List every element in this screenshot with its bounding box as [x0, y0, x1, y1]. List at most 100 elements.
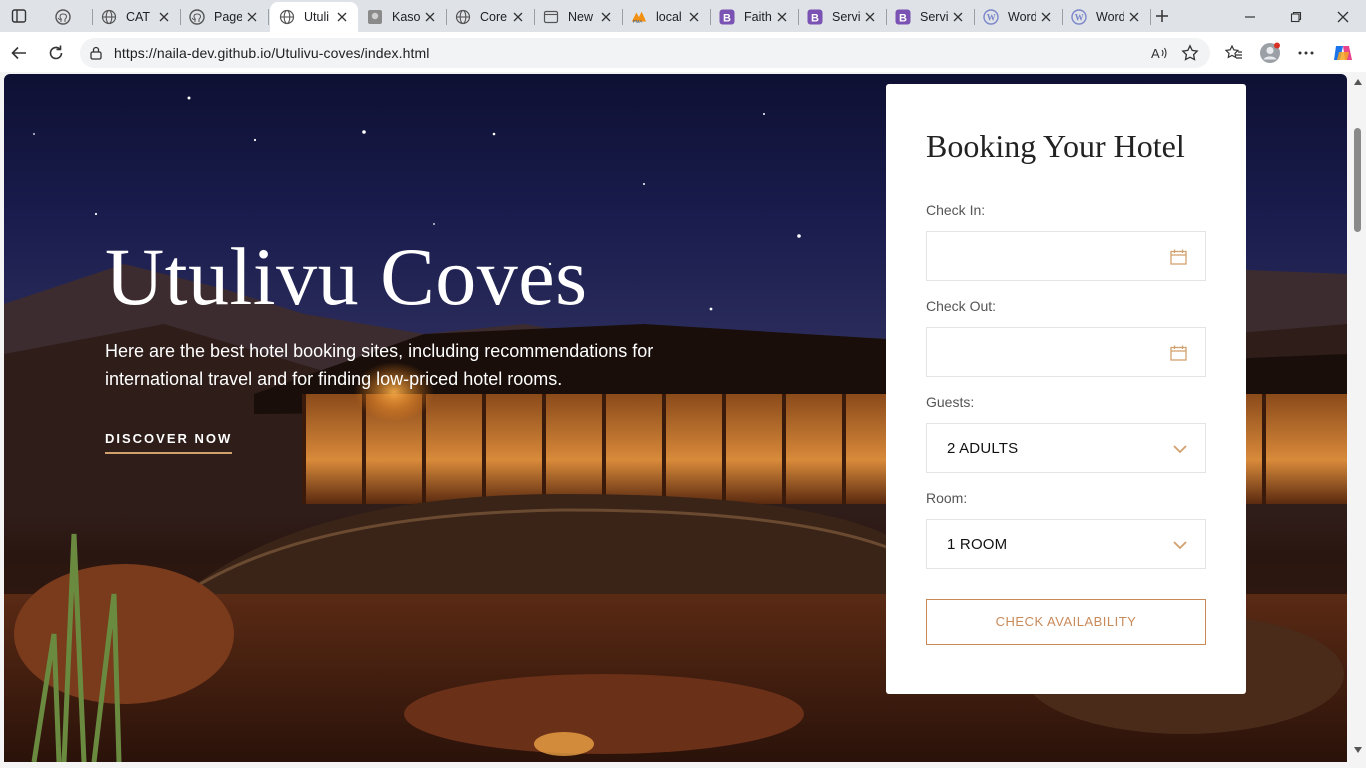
scrollbar-thumb[interactable]: [1354, 128, 1361, 232]
browser-tab[interactable]: W Word: [974, 4, 1063, 30]
discover-now-link[interactable]: DISCOVER NOW: [105, 431, 233, 454]
svg-text:W: W: [987, 13, 996, 23]
read-aloud-icon[interactable]: A: [1150, 44, 1168, 62]
close-tab-icon[interactable]: [774, 9, 790, 25]
close-tab-icon[interactable]: [156, 9, 172, 25]
favorite-star-icon[interactable]: [1181, 44, 1199, 62]
svg-text:B: B: [723, 13, 731, 25]
newtab-icon: [543, 9, 559, 25]
phpmyadmin-icon: PMA: [631, 9, 647, 25]
booking-heading: Booking Your Hotel: [926, 128, 1185, 164]
room-selected-value: 1 ROOM: [947, 536, 1008, 553]
tab-title: local: [656, 10, 682, 24]
browser-tab[interactable]: Page: [180, 4, 269, 30]
chevron-down-icon[interactable]: [1173, 537, 1187, 555]
site-info-icon[interactable]: [88, 45, 104, 61]
tab-title: Kaso: [392, 10, 420, 24]
tab-title: Servi: [832, 10, 860, 24]
check-availability-button[interactable]: CHECK AVAILABILITY: [926, 599, 1206, 645]
tab-title: Servi: [920, 10, 948, 24]
address-bar[interactable]: https://naila-dev.github.io/Utulivu-cove…: [80, 38, 1210, 68]
guests-selected-value: 2 ADULTS: [947, 440, 1019, 457]
close-tab-icon[interactable]: [510, 9, 526, 25]
tab-separator: [1150, 9, 1151, 25]
calendar-icon[interactable]: [1170, 249, 1187, 270]
page-scrollbar[interactable]: [1349, 72, 1366, 768]
browser-tab[interactable]: CAT: [92, 4, 181, 30]
check-in-input[interactable]: [926, 231, 1206, 281]
close-tab-icon[interactable]: [1126, 9, 1142, 25]
scroll-up-icon[interactable]: [1353, 78, 1363, 86]
url-text[interactable]: https://naila-dev.github.io/Utulivu-cove…: [114, 45, 429, 61]
wordpress-icon: W: [1071, 9, 1087, 25]
image-icon: [367, 9, 383, 25]
close-tab-icon[interactable]: [862, 9, 878, 25]
globe-icon: [455, 9, 471, 25]
browser-tab[interactable]: W Word: [1062, 4, 1151, 30]
tab-title: Word: [1096, 10, 1124, 24]
restore-icon[interactable]: [1286, 7, 1306, 27]
guests-label: Guests:: [926, 394, 975, 410]
close-tab-icon[interactable]: [244, 9, 260, 25]
page-viewport: Utulivu Coves Here are the best hotel bo…: [0, 72, 1366, 768]
refresh-icon[interactable]: [46, 43, 66, 63]
new-tab-icon[interactable]: [1152, 6, 1172, 26]
svg-text:PMA: PMA: [633, 19, 643, 24]
tab-title: Page: [214, 10, 242, 24]
minimize-icon[interactable]: [1240, 7, 1260, 27]
globe-icon: [279, 9, 295, 25]
svg-text:A: A: [1151, 46, 1160, 61]
close-tab-icon[interactable]: [422, 9, 438, 25]
close-tab-icon[interactable]: [1038, 9, 1054, 25]
calendar-icon[interactable]: [1170, 345, 1187, 366]
hero-subtitle: Here are the best hotel booking sites, i…: [105, 341, 654, 389]
check-out-input[interactable]: [926, 327, 1206, 377]
back-icon[interactable]: [9, 43, 29, 63]
tab-title: CAT: [126, 10, 151, 24]
scroll-down-icon[interactable]: [1353, 746, 1363, 754]
close-tab-icon[interactable]: [598, 9, 614, 25]
wordpress-icon: W: [983, 9, 999, 25]
room-select[interactable]: 1 ROOM: [926, 519, 1206, 569]
check-out-label: Check Out:: [926, 298, 997, 314]
browser-toolbar: https://naila-dev.github.io/Utulivu-cove…: [0, 32, 1366, 72]
browser-tab[interactable]: B Servi: [886, 4, 975, 30]
close-window-icon[interactable]: [1333, 7, 1353, 27]
guests-select[interactable]: 2 ADULTS: [926, 423, 1206, 473]
tab-title: New: [568, 10, 594, 24]
hero-section: Utulivu Coves Here are the best hotel bo…: [4, 74, 1347, 762]
tab-title: Utuli: [304, 10, 330, 24]
bootstrap-icon: B: [895, 9, 911, 25]
booking-card: Booking Your Hotel Check In: Check Out: …: [886, 84, 1246, 694]
close-tab-icon[interactable]: [950, 9, 966, 25]
browser-tab[interactable]: B Faith: [710, 4, 799, 30]
browser-tab[interactable]: New: [534, 4, 623, 30]
tab-actions-icon[interactable]: [10, 7, 28, 25]
bootstrap-icon: B: [807, 9, 823, 25]
check-in-label: Check In:: [926, 202, 986, 218]
chevron-down-icon[interactable]: [1173, 441, 1187, 459]
browser-tab[interactable]: Core: [446, 4, 535, 30]
browser-tab[interactable]: B Servi: [798, 4, 887, 30]
bootstrap-icon: B: [719, 9, 735, 25]
favorites-icon[interactable]: [1224, 43, 1244, 63]
profile-avatar-icon[interactable]: [1259, 42, 1281, 64]
room-label: Room:: [926, 490, 968, 506]
browser-tab[interactable]: Utuli: [270, 2, 358, 32]
tab-title: Core: [480, 10, 508, 24]
browser-tab[interactable]: PMA local: [622, 4, 711, 30]
svg-text:B: B: [899, 13, 907, 25]
browser-tab[interactable]: Kaso: [358, 4, 447, 30]
globe-icon: [101, 9, 117, 25]
github-icon: [55, 9, 71, 25]
github-icon: [189, 9, 205, 25]
close-tab-icon[interactable]: [686, 9, 702, 25]
svg-text:B: B: [811, 13, 819, 25]
close-tab-icon[interactable]: [334, 9, 350, 25]
hero-title: Utulivu Coves: [105, 231, 588, 322]
tab-strip: CAT Page Utuli Kaso Core New PMA local B Faith B Se…: [0, 0, 1366, 32]
copilot-icon[interactable]: [1332, 42, 1354, 64]
tab-title: Word: [1008, 10, 1036, 24]
browser-tab[interactable]: [46, 4, 93, 30]
more-menu-icon[interactable]: [1296, 43, 1316, 63]
